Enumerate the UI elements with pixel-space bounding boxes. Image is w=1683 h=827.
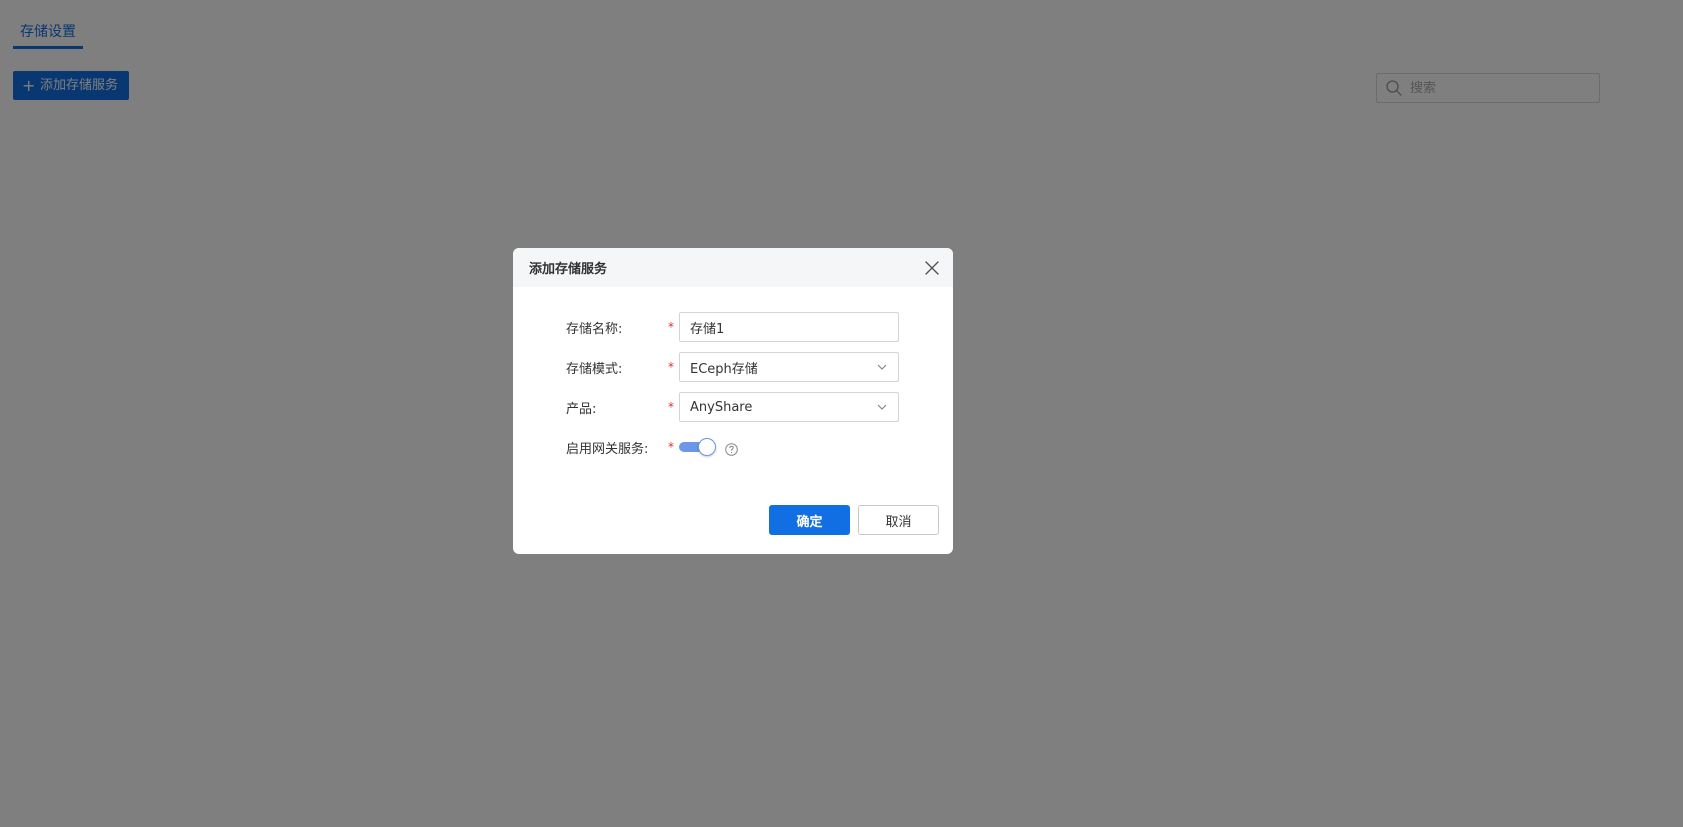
- close-icon[interactable]: [923, 259, 941, 277]
- product-label: 产品:: [566, 401, 597, 417]
- form-row-storage-mode: 存储模式: * ECeph存储: [513, 352, 953, 382]
- storage-name-value: 存储1: [690, 321, 725, 337]
- gateway-service-toggle[interactable]: [679, 438, 716, 456]
- help-icon[interactable]: [725, 441, 738, 456]
- storage-name-input[interactable]: 存储1: [679, 312, 899, 342]
- required-mark: *: [668, 400, 674, 414]
- gateway-service-label: 启用网关服务:: [566, 441, 649, 457]
- form-row-storage-name: 存储名称: * 存储1: [513, 312, 953, 342]
- required-mark: *: [668, 360, 674, 374]
- storage-name-label: 存储名称:: [566, 321, 623, 337]
- form-row-gateway-service: 启用网关服务: *: [513, 432, 953, 462]
- required-mark: *: [668, 320, 674, 334]
- storage-mode-label: 存储模式:: [566, 361, 623, 377]
- storage-mode-value: ECeph存储: [690, 361, 758, 377]
- confirm-button[interactable]: 确定: [769, 505, 850, 535]
- required-mark: *: [668, 440, 674, 454]
- chevron-down-icon: [876, 401, 888, 413]
- cancel-button[interactable]: 取消: [858, 505, 939, 535]
- add-storage-service-dialog: 添加存储服务 存储名称: * 存储1 存储模式: * ECeph存储 产品: *…: [513, 248, 953, 554]
- product-value: AnyShare: [690, 399, 753, 415]
- product-select[interactable]: AnyShare: [679, 392, 899, 422]
- form-row-product: 产品: * AnyShare: [513, 392, 953, 422]
- storage-mode-select[interactable]: ECeph存储: [679, 352, 899, 382]
- chevron-down-icon: [876, 361, 888, 373]
- dialog-header: 添加存储服务: [513, 248, 953, 287]
- dialog-title: 添加存储服务: [529, 262, 608, 277]
- toggle-knob: [698, 438, 716, 456]
